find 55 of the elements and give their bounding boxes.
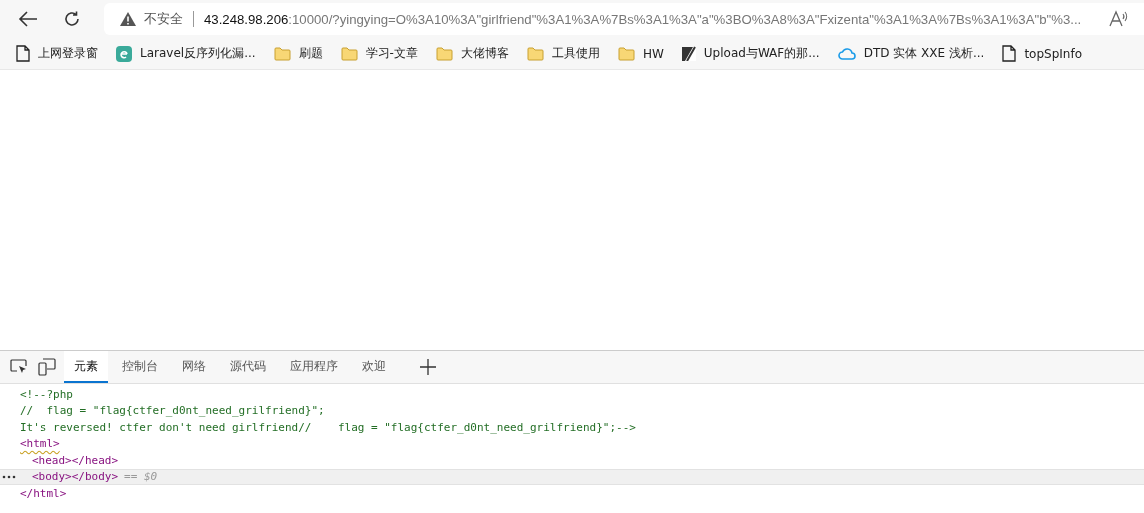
folder-icon: [526, 46, 544, 61]
app-icon: [116, 45, 132, 62]
bookmark-label: Laravel反序列化漏...: [140, 45, 256, 62]
devtools-tab[interactable]: 元素: [64, 351, 108, 383]
bookmark-label: HW: [642, 46, 664, 61]
html-tag[interactable]: <body></body>: [32, 470, 119, 484]
devtools-tab[interactable]: 应用程序: [280, 351, 348, 383]
bookmark-label: topSpInfo: [1024, 46, 1082, 61]
bookmark[interactable]: 学习-文章: [334, 42, 424, 65]
warning-icon: [120, 12, 136, 26]
device-icon[interactable]: [38, 358, 56, 376]
reload-icon: [63, 10, 81, 28]
console-reference: == $0: [124, 470, 158, 484]
page-icon: [1002, 45, 1017, 62]
devtools-tab[interactable]: 网络: [172, 351, 216, 383]
bookmark[interactable]: HW: [611, 43, 670, 64]
security-label: 不安全: [144, 10, 183, 28]
cloud-icon: [837, 47, 856, 60]
html-tag[interactable]: </html>: [20, 486, 67, 500]
comment-text: <!--?php: [20, 387, 73, 401]
bookmark[interactable]: DTD 实体 XXE 浅析...: [831, 42, 991, 65]
bookmark[interactable]: Upload与WAF的那...: [675, 42, 826, 65]
comment-text: It's reversed! ctfer don't need girlfriend// flag = "flag{ctfer_d0nt_need_grilfriend}";-->: [20, 420, 636, 434]
devtools-tab[interactable]: 欢迎: [352, 351, 396, 383]
html-tag[interactable]: <html>: [20, 437, 60, 451]
slash-logo-icon: [681, 46, 696, 61]
folder-icon: [273, 46, 291, 61]
page-icon: [16, 45, 30, 62]
read-aloud-icon[interactable]: [1108, 10, 1130, 28]
bookmark[interactable]: 上网登录窗: [10, 42, 104, 65]
more-icon[interactable]: [2, 474, 16, 479]
devtools-tab[interactable]: 控制台: [112, 351, 168, 383]
url-text: 43.248.98.206:10000/?yingying=O%3A10%3A"girlfriend"%3A1%3A%7Bs%3A1%3A"a"%3BO%3A8%3A"Fxizenta"%3A1%3A%7Bs%3A1%3A"b"%3...: [204, 11, 1082, 27]
devtools-tab[interactable]: 源代码: [220, 351, 276, 383]
html-tag[interactable]: <head></head>: [32, 453, 119, 467]
folder-icon: [435, 46, 453, 61]
back-arrow-icon: [18, 11, 38, 27]
bookmark-label: 上网登录窗: [38, 45, 98, 62]
bookmark-label: Upload与WAF的那...: [703, 45, 820, 62]
bookmark[interactable]: 大佬博客: [429, 42, 515, 65]
bookmark-label: 学习-文章: [365, 45, 418, 62]
folder-icon: [340, 46, 358, 61]
add-tab-icon[interactable]: [420, 359, 436, 375]
address-bar[interactable]: 不安全 43.248.98.206:10000/?yingying=O%3A10%3A"girlfriend"%3A1%3A%7Bs%3A1%3A"a"%3BO%3A8%3A"Fxizenta"%3A1%3A%7Bs%3A1%3A"b"%3...: [104, 3, 1144, 35]
bookmark-label: 大佬博客: [460, 45, 509, 62]
comment-text: // flag = "flag{ctfer_d0nt_need_grilfriend}";: [20, 404, 325, 418]
bookmark-label: 工具使用: [551, 45, 600, 62]
bookmark[interactable]: Laravel反序列化漏...: [110, 42, 262, 65]
bookmark[interactable]: 工具使用: [520, 42, 606, 65]
bookmark-label: DTD 实体 XXE 浅析...: [863, 45, 985, 62]
folder-icon: [617, 46, 635, 61]
bookmark[interactable]: topSpInfo: [996, 42, 1088, 65]
inspect-icon[interactable]: [10, 359, 28, 375]
bookmark-label: 刷题: [298, 45, 323, 62]
bookmark[interactable]: 刷题: [267, 42, 329, 65]
